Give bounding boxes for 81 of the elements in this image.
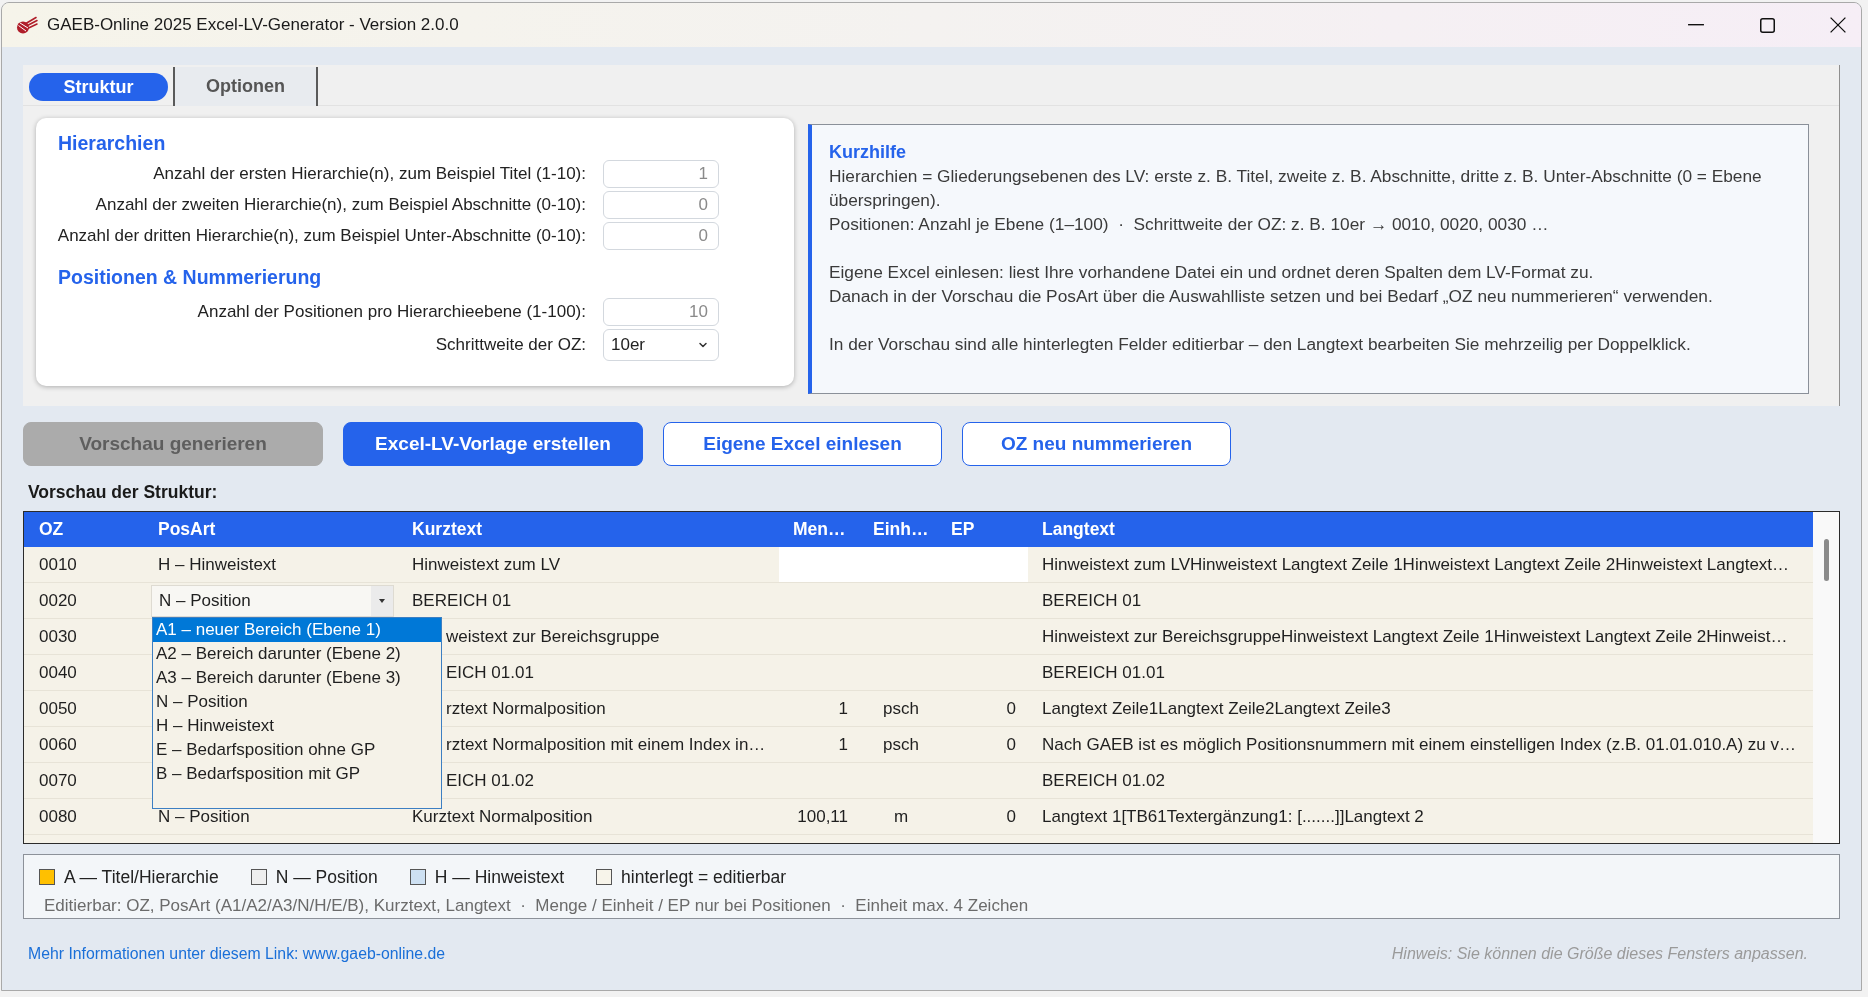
oz-number: 0080 bbox=[39, 805, 77, 828]
short-text: weistext zur Bereichsgruppe bbox=[446, 625, 660, 648]
oz-number: 0010 bbox=[39, 553, 77, 576]
legend-label: hinterlegt = editierbar bbox=[621, 865, 786, 889]
help-text: Positionen: Anzahl je Ebene (1–100) · Schrittweite der OZ: z. B. 10er → 0010, 0020, 0030 … bbox=[829, 213, 1550, 236]
oz-number: 0060 bbox=[39, 733, 77, 756]
unit-price: 0 bbox=[1006, 805, 1016, 828]
tab[interactable]: Optionen bbox=[173, 67, 318, 106]
field-label: Anzahl der Positionen pro Hierarchieebene (1-100): bbox=[196, 301, 586, 324]
dropdown-option[interactable]: N – Position bbox=[153, 690, 441, 714]
number-field[interactable]: 10 bbox=[603, 298, 719, 326]
minimize-icon bbox=[1688, 24, 1704, 26]
help-text: Hierarchien = Gliederungsebenen des LV: erste z. B. Titel, zweite z. B. Abschnitte, dritte z. B. Unter-Abschnitte (0 = Ebene überspringen). bbox=[829, 165, 1763, 212]
unit: psch bbox=[883, 733, 919, 756]
long-text: Hinweistext zur BereichsgruppeHinweistext Langtext Zeile 1Hinweistext Langtext Zeile 2Hinweist… bbox=[1042, 625, 1788, 648]
action-button[interactable]: Eigene Excel einlesen bbox=[663, 422, 942, 466]
field-label: Anzahl der zweiten Hierarchie(n), zum Beispiel Abschnitte (0-10): bbox=[94, 194, 586, 217]
short-text: EICH 01.01 bbox=[446, 661, 534, 684]
field-label: Schrittweite der OZ: bbox=[434, 334, 586, 357]
dropdown-option[interactable]: B – Bedarfsposition mit GP bbox=[153, 762, 441, 786]
website-link[interactable]: Mehr Informationen unter diesem Link: www.gaeb-online.de bbox=[28, 942, 446, 966]
short-text: rztext Normalposition bbox=[446, 697, 606, 720]
long-text: BEREICH 01.02 bbox=[1042, 769, 1165, 792]
oz-number: 0040 bbox=[39, 661, 77, 684]
short-text: Kurztext Normalposition bbox=[412, 805, 593, 828]
help-text: Eigene Excel einlesen: liest Ihre vorhandene Datei ein und ordnet deren Spalten dem LV-Format zu. bbox=[829, 261, 1595, 284]
oz-number: 0020 bbox=[39, 589, 77, 612]
section-heading: Hierarchien bbox=[58, 131, 167, 156]
dropdown-option[interactable]: H – Hinweistext bbox=[153, 714, 441, 738]
number-field[interactable]: 0 bbox=[603, 222, 719, 250]
position-type: H – Hinweistext bbox=[157, 553, 277, 576]
long-text: BEREICH 01 bbox=[1042, 589, 1142, 612]
help-text: Danach in der Vorschau die PosArt über die Auswahlliste setzen und bei Bedarf „OZ neu nummerieren“ verwenden. bbox=[829, 285, 1714, 308]
field-label: Anzahl der dritten Hierarchie(n), zum Beispiel Unter-Abschnitte (0-10): bbox=[56, 225, 586, 248]
action-button[interactable]: OZ neu nummerieren bbox=[962, 422, 1231, 466]
close-icon bbox=[1830, 17, 1846, 33]
number-field[interactable]: 1 bbox=[603, 160, 719, 188]
tab[interactable]: Struktur bbox=[29, 73, 168, 101]
oz-number: 0070 bbox=[39, 769, 77, 792]
quantity: 1 bbox=[838, 697, 848, 720]
section-heading: Positionen & Nummerierung bbox=[58, 265, 323, 290]
quantity: 100,11 bbox=[797, 805, 848, 828]
oz-number: 0030 bbox=[39, 625, 77, 648]
long-text: BEREICH 01.01 bbox=[1042, 661, 1165, 684]
long-text: Langtext Zeile1Langtext Zeile2Langtext Zeile3 bbox=[1042, 697, 1391, 720]
caret-down-icon bbox=[379, 598, 385, 603]
short-text: rztext Normalposition mit einem Index in… bbox=[446, 733, 766, 756]
resize-hint: Hinweis: Sie können die Größe dieses Fensters anpassen. bbox=[1391, 944, 1808, 964]
long-text: Hinweistext zum LVHinweistext Langtext Zeile 1Hinweistext Langtext Zeile 2Hinweistext Langtext… bbox=[1042, 553, 1790, 576]
unit-price: 0 bbox=[1006, 697, 1016, 720]
legend-label: A — Titel/Hierarchie bbox=[64, 865, 219, 889]
preview-heading: Vorschau der Struktur: bbox=[27, 482, 219, 502]
long-text: Langtext 1[TB61Textergänzung1: [.......]]Langtext 2 bbox=[1042, 805, 1424, 828]
oz-number: 0050 bbox=[39, 697, 77, 720]
help-text: In der Vorschau sind alle hinterlegten Felder editierbar – den Langtext bearbeiten Sie mehrzeilig per Doppelklick. bbox=[829, 333, 1692, 356]
long-text: Nach GAEB ist es möglich Positionsnummern mit einem einstelligen Index (z.B. 01.01.010.A) zu v… bbox=[1042, 733, 1796, 756]
legend-label: N — Position bbox=[275, 865, 378, 889]
help-title: Kurzhilfe bbox=[829, 141, 907, 164]
short-text: Hinweistext zum LV bbox=[412, 553, 560, 576]
number-field[interactable]: 0 bbox=[603, 191, 719, 219]
dropdown-option[interactable]: A1 – neuer Bereich (Ebene 1) bbox=[153, 618, 441, 642]
dropdown-option[interactable]: A2 – Bereich darunter (Ebene 2) bbox=[153, 642, 441, 666]
legend-note: Editierbar: OZ, PosArt (A1/A2/A3/N/H/E/B), Kurztext, Langtext · Menge / Einheit / EP nur bei Positionen · Einheit max. 4 Zeichen bbox=[44, 896, 1030, 916]
action-button[interactable]: Excel-LV-Vorlage erstellen bbox=[343, 422, 643, 466]
unit-price: 0 bbox=[1006, 733, 1016, 756]
position-type-dropdown[interactable]: N – Position bbox=[151, 584, 394, 617]
short-text: BEREICH 01 bbox=[412, 589, 512, 612]
maximize-icon bbox=[1759, 17, 1775, 33]
ball-logo-icon bbox=[16, 16, 38, 34]
scrollbar-thumb[interactable] bbox=[1824, 539, 1829, 581]
legend-label: H — Hinweistext bbox=[434, 865, 565, 889]
unit: m bbox=[893, 805, 909, 828]
dropdown-option[interactable]: E – Bedarfsposition ohne GP bbox=[153, 738, 441, 762]
quantity: 1 bbox=[838, 733, 848, 756]
window-title: GAEB-Online 2025 Excel-LV-Generator - Version 2.0.0 bbox=[47, 14, 459, 37]
field-label: Anzahl der ersten Hierarchie(n), zum Beispiel Titel (1-10): bbox=[152, 163, 586, 186]
step-select[interactable]: 10er bbox=[603, 329, 719, 361]
unit: psch bbox=[883, 697, 919, 720]
position-type: N – Position bbox=[157, 805, 250, 828]
dropdown-option[interactable]: A3 – Bereich darunter (Ebene 3) bbox=[153, 666, 441, 690]
short-text: EICH 01.02 bbox=[446, 769, 534, 792]
